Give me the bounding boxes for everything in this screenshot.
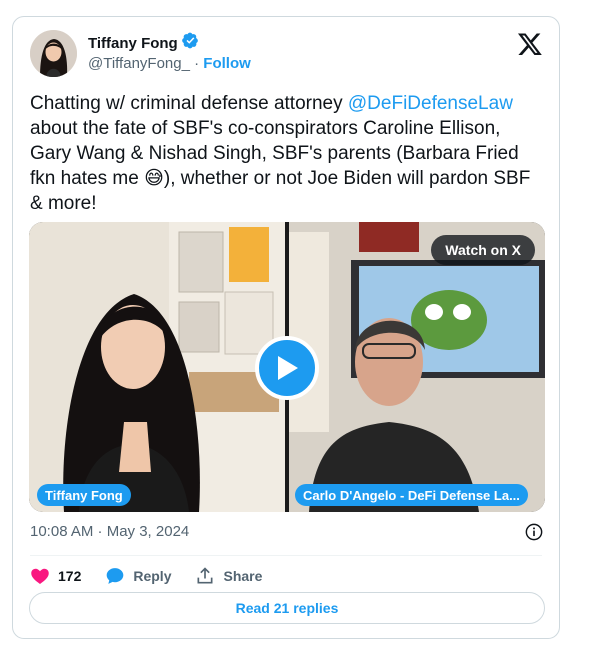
video-player[interactable]: Watch on X Tiffany Fong Carlo D'Angelo -… xyxy=(29,222,545,512)
divider xyxy=(30,555,542,556)
author-handle[interactable]: @TiffanyFong_ xyxy=(88,55,190,72)
reply-label: Reply xyxy=(133,568,172,584)
sweat-smile-emoji: 😅 xyxy=(144,168,164,189)
watch-on-x-button[interactable]: Watch on X xyxy=(431,235,535,265)
mention-link[interactable]: @DeFiDefenseLaw xyxy=(348,93,513,114)
info-icon[interactable] xyxy=(525,523,543,546)
tweet-text: Chatting w/ criminal defense attorney @D… xyxy=(30,91,545,216)
tweet-card: Tiffany Fong @TiffanyFong_ · Follow Chat… xyxy=(12,16,560,639)
share-label: Share xyxy=(223,568,263,584)
tweet-timestamp[interactable]: 10:08 AM · May 3, 2024 xyxy=(30,523,189,540)
handle-separator: · xyxy=(189,55,204,72)
follow-link[interactable]: Follow xyxy=(203,55,251,72)
share-icon xyxy=(197,567,213,584)
tweet-actions: 172 Reply Share xyxy=(30,563,286,589)
participant-label-left: Tiffany Fong xyxy=(37,484,131,506)
tweet-text-start: Chatting w/ criminal defense attorney xyxy=(30,93,348,114)
x-logo-icon[interactable] xyxy=(517,31,543,57)
like-count: 172 xyxy=(58,568,82,584)
avatar[interactable] xyxy=(30,30,77,77)
play-button[interactable] xyxy=(255,336,319,400)
author-name[interactable]: Tiffany Fong xyxy=(88,35,178,52)
author-handle-row: @TiffanyFong_ · Follow xyxy=(88,55,251,72)
author-name-row: Tiffany Fong xyxy=(88,32,199,54)
participant-label-right: Carlo D'Angelo - DeFi Defense La... xyxy=(295,484,528,506)
share-button[interactable]: Share xyxy=(195,566,262,586)
reply-bubble-icon xyxy=(107,568,124,584)
reply-button[interactable]: Reply xyxy=(105,566,171,586)
play-icon xyxy=(278,356,298,380)
like-button[interactable]: 172 xyxy=(30,566,81,586)
read-replies-button[interactable]: Read 21 replies xyxy=(29,592,545,624)
verified-badge-icon xyxy=(181,32,199,54)
heart-icon xyxy=(31,568,49,584)
